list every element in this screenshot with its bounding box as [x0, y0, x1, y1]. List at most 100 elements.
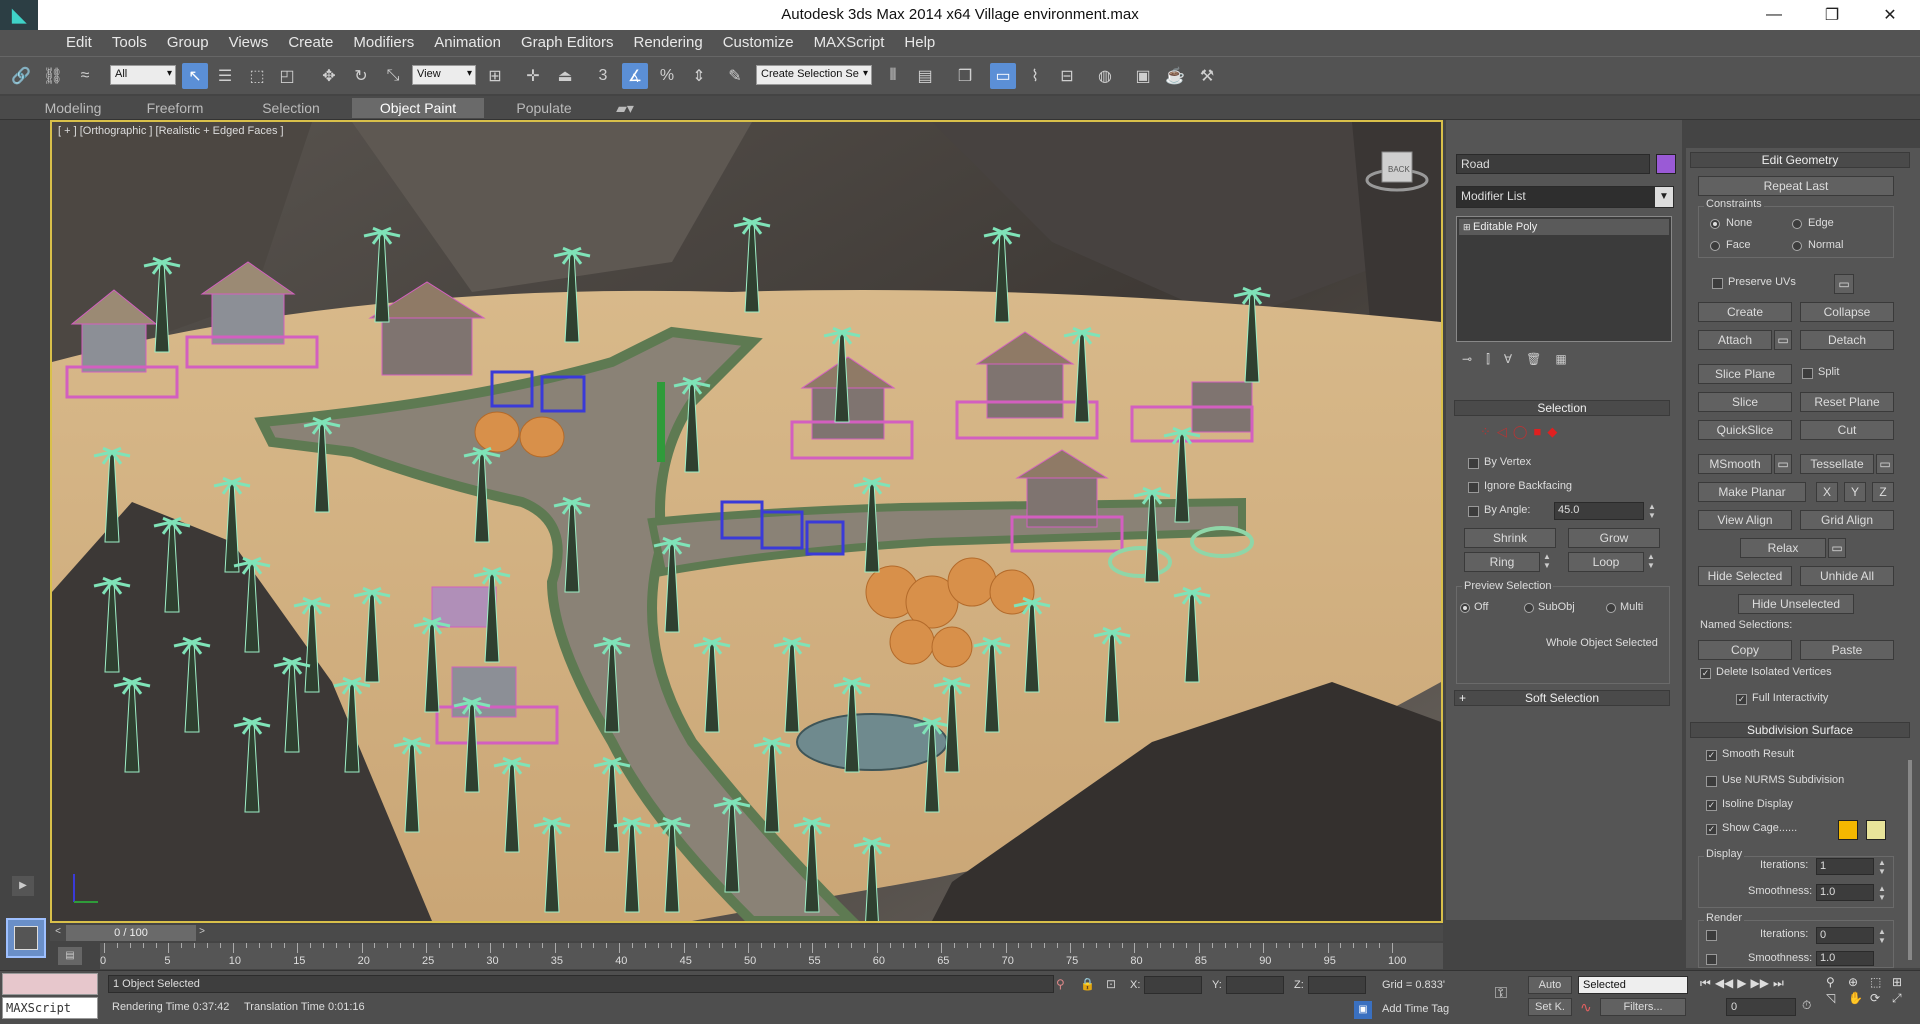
select-manipulate-icon[interactable]: ✛ — [520, 63, 546, 89]
object-name-field[interactable]: Road — [1456, 154, 1650, 174]
keyboard-shortcut-override-icon[interactable]: ⏏ — [552, 63, 578, 89]
render-smoothness-checkbox[interactable] — [1706, 954, 1717, 965]
relax-button[interactable]: Relax — [1740, 538, 1826, 558]
viewport-layout-icon[interactable] — [6, 918, 46, 958]
maximize-viewport-icon[interactable]: ⤢ — [1892, 991, 1914, 1006]
go-to-end-icon[interactable]: ⏭ — [1773, 976, 1784, 991]
rectangular-selection-icon[interactable]: ⬚ — [244, 63, 270, 89]
render-iterations-input[interactable]: 0 — [1816, 927, 1874, 944]
selection-lock-icon[interactable]: ⚲ — [1056, 977, 1065, 991]
scale-icon[interactable]: ⤡ — [380, 63, 406, 89]
planar-z-button[interactable]: Z — [1872, 482, 1894, 502]
element-icon[interactable]: ◆ — [1547, 424, 1557, 440]
auto-key-button[interactable]: Auto — [1528, 976, 1572, 994]
attach-button[interactable]: Attach — [1698, 330, 1772, 350]
tab-modeling[interactable]: Modeling — [30, 98, 116, 118]
go-to-start-icon[interactable]: ⏮ — [1700, 976, 1711, 991]
time-config-icon[interactable]: ⏱ — [1802, 998, 1811, 1013]
create-button[interactable]: Create — [1698, 302, 1792, 322]
track-bar[interactable]: 0 5 10 15 20 25 30 35 40 45 50 55 60 65 70 75 80 85 90 95 10… — [100, 943, 1443, 969]
bind-spacewarp-icon[interactable]: ≈ — [72, 63, 98, 89]
tab-selection[interactable]: Selection — [246, 98, 336, 118]
add-time-tag-button[interactable]: Add Time Tag — [1382, 1003, 1449, 1015]
paste-button[interactable]: Paste — [1800, 640, 1894, 660]
menu-modifiers[interactable]: Modifiers — [343, 30, 424, 56]
loop-button[interactable]: Loop — [1568, 552, 1644, 572]
reference-coordinate-dropdown[interactable]: View — [412, 65, 476, 85]
attach-settings-icon[interactable]: ▭ — [1774, 330, 1792, 350]
border-icon[interactable]: ◯ — [1513, 424, 1528, 440]
zoom-extents-all-icon[interactable]: ⊞ — [1892, 975, 1914, 989]
ribbon-options-icon[interactable]: ▰▾ — [608, 98, 642, 118]
repeat-last-button[interactable]: Repeat Last — [1698, 176, 1894, 196]
absolute-mode-icon[interactable]: ⊡ — [1106, 977, 1116, 991]
modifier-stack[interactable]: ⊞ Editable Poly — [1456, 216, 1672, 342]
iterations-spinner[interactable]: ▲ ▼ — [1878, 858, 1886, 876]
time-tag-icon[interactable]: ▣ — [1354, 1001, 1372, 1019]
by-angle-input[interactable]: 45.0 — [1554, 502, 1644, 520]
key-mode-icon[interactable]: ∿ — [1580, 999, 1592, 1016]
menu-tools[interactable]: Tools — [102, 30, 157, 56]
constraint-face-radio[interactable] — [1710, 241, 1720, 251]
move-icon[interactable]: ✥ — [316, 63, 342, 89]
align-icon[interactable]: ▤ — [912, 63, 938, 89]
make-unique-icon[interactable]: ∀ — [1504, 352, 1512, 372]
angle-snap-icon[interactable]: ∡ — [622, 63, 648, 89]
constraint-normal-radio[interactable] — [1792, 241, 1802, 251]
window-crossing-icon[interactable]: ◰ — [274, 63, 300, 89]
key-icon[interactable]: ⚿ — [1486, 985, 1516, 1009]
render-iterations-checkbox[interactable] — [1706, 930, 1717, 941]
spinner-snap-icon[interactable]: ⇕ — [686, 63, 712, 89]
viewport-orthographic[interactable]: [ + ] [Orthographic ] [Realistic + Edged… — [50, 120, 1443, 923]
select-by-name-icon[interactable]: ☰ — [212, 63, 238, 89]
preserve-uvs-settings-icon[interactable]: ▭ — [1834, 274, 1854, 294]
tessellate-settings-icon[interactable]: ▭ — [1876, 454, 1894, 474]
render-iterations-spinner[interactable]: ▲ ▼ — [1878, 927, 1886, 945]
render-setup-icon[interactable]: ▣ — [1130, 63, 1156, 89]
zoom-extents-icon[interactable]: ⬚ — [1870, 975, 1892, 989]
rollout-edit-geometry-header[interactable]: Edit Geometry — [1690, 152, 1910, 168]
copy-button[interactable]: Copy — [1698, 640, 1792, 660]
polygon-icon[interactable]: ■ — [1533, 424, 1541, 440]
by-vertex-checkbox[interactable] — [1468, 458, 1479, 469]
unlink-icon[interactable]: ⛓ — [40, 63, 66, 89]
iterations-input[interactable]: 1 — [1816, 858, 1874, 875]
lock-icon[interactable]: 🔒 — [1080, 977, 1095, 991]
named-selection-dropdown[interactable]: Create Selection Se — [756, 65, 872, 85]
trackbar-toggle-icon[interactable]: ▤ — [58, 947, 82, 965]
key-filter-dropdown[interactable]: Selected — [1578, 976, 1688, 994]
show-end-result-icon[interactable]: ⫿ — [1486, 352, 1490, 372]
menu-customize[interactable]: Customize — [713, 30, 804, 56]
configure-sets-icon[interactable]: ▦ — [1555, 352, 1566, 372]
field-of-view-icon[interactable]: ◹ — [1826, 991, 1848, 1006]
delete-isolated-checkbox[interactable]: ✓ — [1700, 668, 1711, 679]
preview-multi-radio[interactable] — [1606, 603, 1616, 613]
menu-graph-editors[interactable]: Graph Editors — [511, 30, 624, 56]
rollout-soft-selection-header[interactable]: + Soft Selection — [1454, 690, 1670, 706]
grow-button[interactable]: Grow — [1568, 528, 1660, 548]
show-cage-checkbox[interactable]: ✓ — [1706, 824, 1717, 835]
shrink-button[interactable]: Shrink — [1464, 528, 1556, 548]
detach-button[interactable]: Detach — [1800, 330, 1894, 350]
tab-populate[interactable]: Populate — [500, 98, 588, 118]
select-object-icon[interactable]: ↖ — [182, 63, 208, 89]
grid-align-button[interactable]: Grid Align — [1800, 510, 1894, 530]
mirror-icon[interactable]: ⫴ — [880, 63, 906, 89]
minimize-button[interactable]: — — [1745, 0, 1803, 30]
tab-freeform[interactable]: Freeform — [130, 98, 220, 118]
full-interactivity-checkbox[interactable]: ✓ — [1736, 694, 1747, 705]
x-coordinate-field[interactable] — [1144, 976, 1202, 994]
planar-x-button[interactable]: X — [1816, 482, 1838, 502]
msmooth-settings-icon[interactable]: ▭ — [1774, 454, 1792, 474]
slice-button[interactable]: Slice — [1698, 392, 1792, 412]
planar-y-button[interactable]: Y — [1844, 482, 1866, 502]
unhide-all-button[interactable]: Unhide All — [1800, 566, 1894, 586]
graphite-ribbon-icon[interactable]: ▭ — [990, 63, 1016, 89]
time-next-button[interactable]: > — [196, 926, 208, 940]
zoom-all-icon[interactable]: ⊕ — [1848, 975, 1870, 989]
close-button[interactable]: ✕ — [1861, 0, 1919, 30]
ignore-backfacing-checkbox[interactable] — [1468, 482, 1479, 493]
reset-plane-button[interactable]: Reset Plane — [1800, 392, 1894, 412]
edge-icon[interactable]: ◁ — [1497, 424, 1507, 440]
z-coordinate-field[interactable] — [1308, 976, 1366, 994]
